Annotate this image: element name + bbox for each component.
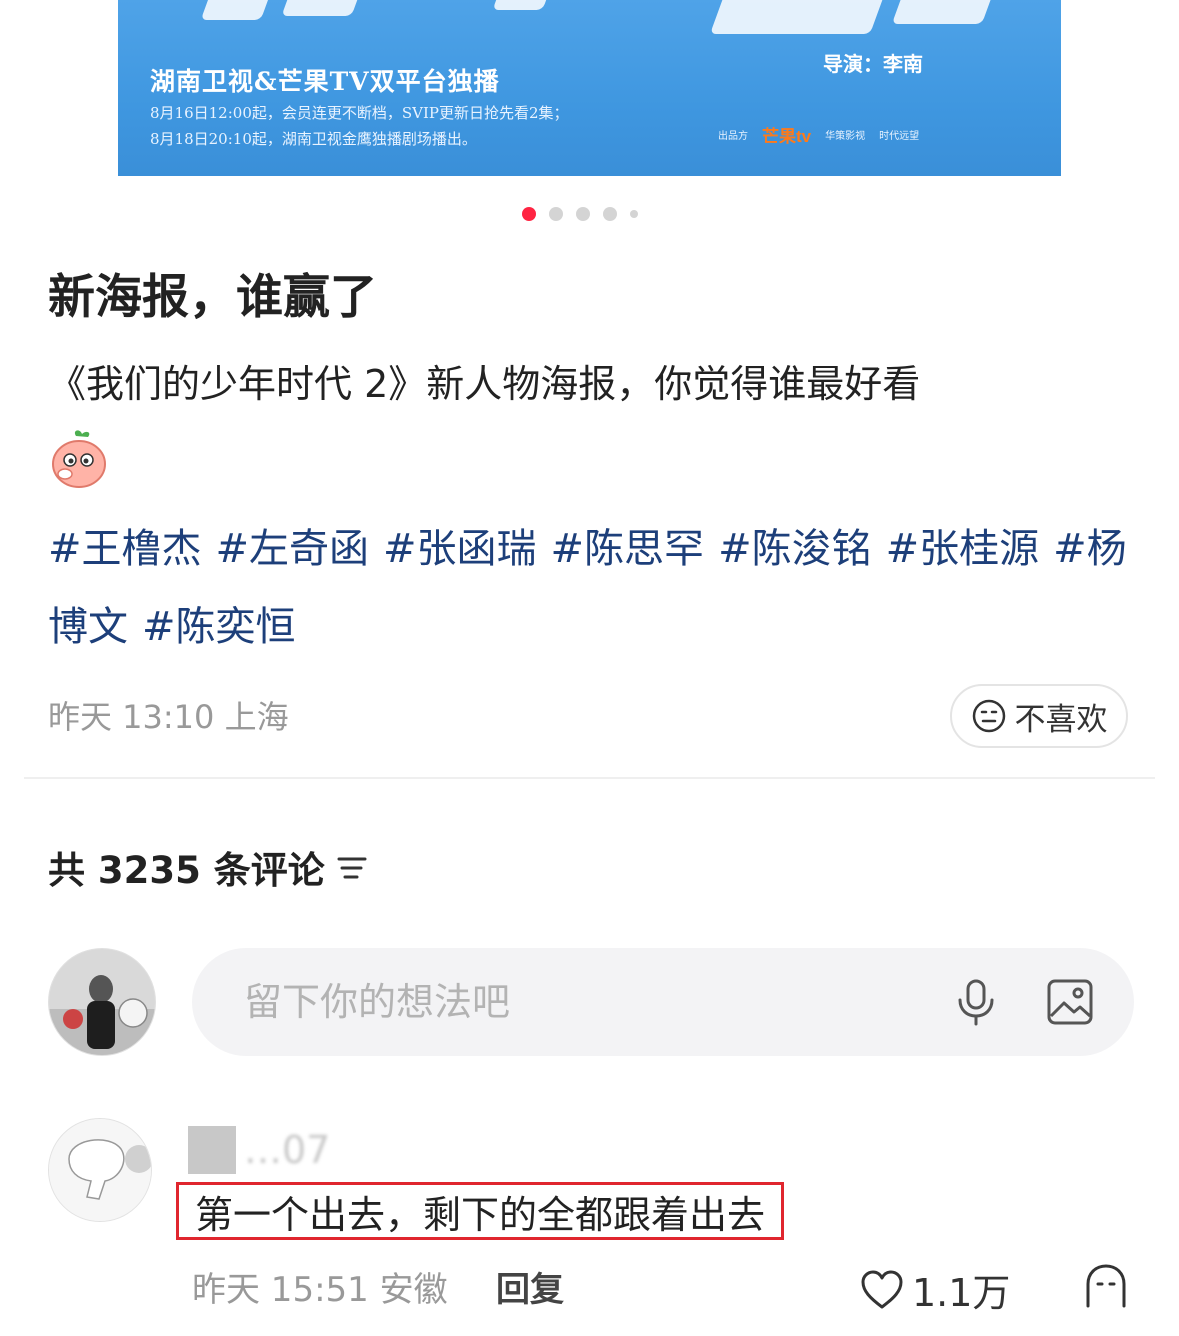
banner-calligraphy [709,0,887,34]
mango-tv-logo: 芒果tv [762,127,812,146]
avatar-image [49,1119,151,1221]
commenter-name[interactable]: …07 [188,1126,330,1174]
carousel-dot [630,210,638,218]
banner-calligraphy [492,0,554,10]
banner-image[interactable]: 湖南卫视&芒果TV双平台独播 8月16日12:00起，会员连更不断档，SVIP更… [118,0,1061,176]
meh-face-icon [972,699,1005,733]
like-button[interactable]: 1.1万 [860,1262,1010,1317]
divider [24,777,1155,779]
commenter-avatar[interactable] [48,1118,152,1222]
post-title: 新海报，谁赢了 [48,270,377,325]
post-meta: 昨天 13:10 上海 [48,698,289,736]
carousel-dot [549,207,563,221]
username-text: …07 [244,1128,331,1172]
comment-input[interactable] [242,979,906,1025]
heart-icon [861,1270,903,1308]
post-description: 《我们的少年时代 2》新人物海报，你觉得谁最好看 [48,362,921,406]
banner-calligraphy [891,0,995,24]
carousel-indicator [522,207,638,221]
carousel-dot [576,207,590,221]
comment-text: 第一个出去，剩下的全都跟着出去 [176,1182,785,1240]
dislike-label: 不喜欢 [1014,701,1108,738]
microphone-icon[interactable] [954,978,998,1026]
reply-button[interactable]: 回复 [496,1262,564,1311]
carousel-dot-active [522,207,536,221]
peach-blush-emoji [52,430,106,488]
shidai-logo: 时代远望 [879,131,920,142]
banner-schedule-line: 8月16日12:00起，会员连更不断档，SVIP更新日抢先看2集； [150,104,569,122]
credits-label: 出品方 [718,131,748,142]
huace-logo: 华策影视 [825,131,866,142]
comments-header: 共 3235 条评论 [48,840,369,894]
hashtag-link[interactable]: #陈思罕 [551,526,705,572]
hashtag-link[interactable]: #张函瑞 [383,526,537,572]
comment-dislike-icon[interactable] [1082,1262,1130,1310]
redacted-block [188,1126,236,1174]
banner-director: 导演：李南 [823,52,923,76]
comment-input-box[interactable] [192,948,1134,1056]
hashtag-link[interactable]: #陈浚铭 [718,526,872,572]
banner-calligraphy [281,0,365,16]
hashtag-link[interactable]: #张桂源 [886,526,1040,572]
banner-schedule-line: 8月18日20:10起，湖南卫视金鹰独播剧场播出。 [150,130,477,148]
image-upload-icon[interactable] [1046,978,1094,1026]
carousel-dot [603,207,617,221]
banner-calligraphy [200,0,276,20]
avatar-image [49,949,155,1055]
banner-title: 湖南卫视&芒果TV双平台独播 [150,67,500,96]
hashtag-list: #王橹杰 #左奇函 #张函瑞 #陈思罕 #陈浚铭 #张桂源 #杨博文 #陈奕恒 [48,510,1138,666]
like-count: 1.1万 [912,1271,1011,1315]
hashtag-link[interactable]: #王橹杰 [48,526,202,572]
comment-meta: 昨天 15:51 安徽 [192,1270,448,1310]
dislike-button[interactable]: 不喜欢 [950,684,1128,748]
banner-credits: 出品方 芒果tv 华策影视 时代远望 [718,122,919,147]
hashtag-link[interactable]: #左奇函 [216,526,370,572]
my-avatar[interactable] [48,948,156,1056]
hashtag-link[interactable]: #陈奕恒 [142,604,296,650]
comments-count: 共 3235 条评论 [48,849,325,892]
sort-icon[interactable] [335,850,369,884]
